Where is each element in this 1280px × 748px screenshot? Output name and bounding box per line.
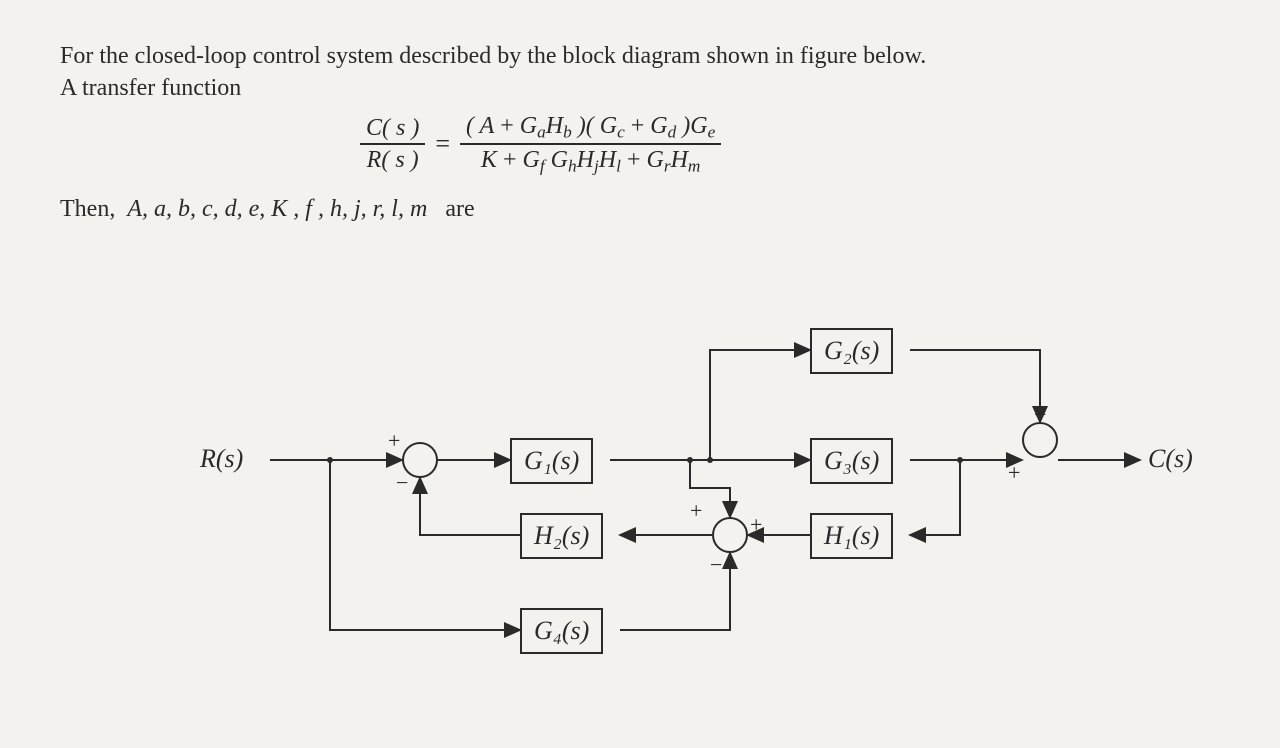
- s1-plus: +: [388, 428, 400, 454]
- tf-rhs-den: K + Gf GhHjHl + GrHm: [475, 145, 706, 175]
- problem-statement: For the closed-loop control system descr…: [60, 40, 1220, 226]
- tf-rhs-num: ( A + GaHb )( Gc + Gd )Ge: [460, 113, 721, 145]
- block-g3: G₃(s): [810, 438, 893, 484]
- s3-plus-top: +: [1034, 402, 1046, 428]
- block-h1: H₁(s): [810, 513, 893, 559]
- problem-line-1: For the closed-loop control system descr…: [60, 40, 1220, 72]
- s2-plus-right: +: [750, 512, 762, 538]
- input-signal: R(s): [200, 444, 243, 474]
- tf-lhs-num: C( s ): [360, 115, 425, 145]
- block-diagram: R(s) + − G₁(s) G₂(s) G₃(s) + + C(s) H₁(s…: [170, 310, 1190, 710]
- block-g4: G₄(s): [520, 608, 603, 654]
- block-g1: G₁(s): [510, 438, 593, 484]
- wire-layer: [170, 310, 1190, 710]
- s1-minus: −: [396, 470, 408, 496]
- summing-junction-2: [712, 517, 748, 553]
- then-line: Then, A, a, b, c, d, e, K , f , h, j, r,…: [60, 193, 1220, 225]
- transfer-function: C( s ) R( s ) = ( A + GaHb )( Gc + Gd )G…: [360, 113, 1220, 176]
- problem-line-2: A transfer function: [60, 72, 1220, 104]
- output-signal: C(s): [1148, 444, 1193, 474]
- block-g2: G₂(s): [810, 328, 893, 374]
- equals-sign: =: [435, 129, 450, 159]
- s2-plus-top: +: [690, 498, 702, 524]
- s3-plus-left: +: [1008, 460, 1020, 486]
- block-h2: H₂(s): [520, 513, 603, 559]
- s2-minus: −: [710, 552, 722, 578]
- tf-lhs-den: R( s ): [361, 145, 425, 173]
